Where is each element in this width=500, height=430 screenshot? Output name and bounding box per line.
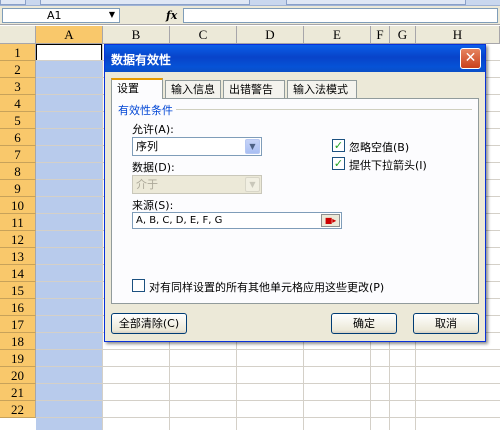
- row-header[interactable]: 19: [0, 350, 36, 367]
- row-header[interactable]: 3: [0, 78, 36, 95]
- row-header[interactable]: 7: [0, 146, 36, 163]
- name-box[interactable]: A1: [2, 8, 120, 23]
- row-header[interactable]: 9: [0, 180, 36, 197]
- toolbar-control[interactable]: [286, 0, 466, 5]
- chevron-down-icon[interactable]: ▼: [245, 139, 260, 154]
- group-divider: [174, 109, 472, 110]
- tab-error-alert[interactable]: 出错警告: [223, 80, 285, 98]
- column-header-d[interactable]: D: [237, 26, 304, 44]
- row-header[interactable]: 13: [0, 248, 36, 265]
- ok-button[interactable]: 确定: [331, 313, 397, 334]
- row-header[interactable]: 15: [0, 282, 36, 299]
- allow-value: 序列: [136, 140, 158, 153]
- formula-bar: A1 ▼ fx: [0, 6, 500, 25]
- column-header-c[interactable]: C: [170, 26, 237, 44]
- row-header[interactable]: 20: [0, 367, 36, 384]
- allow-select[interactable]: 序列 ▼: [132, 137, 262, 156]
- dialog-title-bar[interactable]: 数据有效性 ✕: [105, 45, 485, 72]
- active-cell-a1[interactable]: [36, 44, 102, 61]
- column-header-h[interactable]: H: [416, 26, 500, 44]
- grid-line: [36, 349, 500, 350]
- data-label: 数据(D):: [132, 161, 175, 174]
- row-header[interactable]: 6: [0, 129, 36, 146]
- row-header[interactable]: 1: [0, 44, 36, 61]
- apply-all-label: 对有同样设置的所有其他单元格应用这些更改(P): [149, 281, 385, 294]
- row-header[interactable]: 2: [0, 61, 36, 78]
- validation-criteria-title: 有效性条件: [118, 102, 176, 118]
- row-header[interactable]: 16: [0, 299, 36, 316]
- column-header-e[interactable]: E: [304, 26, 371, 44]
- tab-input-message[interactable]: 输入信息: [165, 80, 221, 98]
- tab-ime-mode[interactable]: 输入法模式: [287, 80, 357, 98]
- tab-settings[interactable]: 设置: [111, 78, 163, 99]
- source-value: A, B, C, D, E, F, G: [136, 215, 223, 226]
- ignore-blank-checkbox[interactable]: ✓: [332, 139, 345, 152]
- column-header-b[interactable]: B: [103, 26, 170, 44]
- grid-line: [36, 417, 500, 418]
- chevron-down-icon[interactable]: ▼: [245, 177, 260, 192]
- insert-function-icon[interactable]: fx: [166, 9, 177, 22]
- row-header[interactable]: 10: [0, 197, 36, 214]
- selected-column-a[interactable]: [36, 44, 102, 430]
- select-all-corner[interactable]: [0, 26, 36, 44]
- toolbar-button[interactable]: [0, 0, 26, 5]
- row-header[interactable]: 12: [0, 231, 36, 248]
- source-input[interactable]: A, B, C, D, E, F, G ■▸: [132, 212, 342, 229]
- grid-line: [36, 383, 500, 384]
- column-header-f[interactable]: F: [371, 26, 390, 44]
- row-header[interactable]: 4: [0, 95, 36, 112]
- row-header[interactable]: 21: [0, 384, 36, 401]
- name-box-dropdown-icon[interactable]: ▼: [106, 9, 118, 20]
- dialog-title: 数据有效性: [111, 53, 172, 67]
- collapse-dialog-icon[interactable]: ■▸: [321, 214, 340, 227]
- grid-line: [102, 44, 103, 430]
- column-header-g[interactable]: G: [390, 26, 416, 44]
- column-header-a[interactable]: A: [36, 26, 103, 44]
- grid-line: [36, 400, 500, 401]
- settings-panel: 有效性条件 允许(A): 序列 ▼ 数据(D): 介于 ▼ 来源(S): A, …: [111, 98, 479, 304]
- close-icon[interactable]: ✕: [460, 48, 481, 69]
- apply-all-checkbox[interactable]: [132, 279, 145, 292]
- row-header[interactable]: 17: [0, 316, 36, 333]
- toolbar-control[interactable]: [40, 0, 250, 5]
- cancel-button[interactable]: 取消: [413, 313, 479, 334]
- source-label: 来源(S):: [132, 199, 174, 212]
- row-header[interactable]: 22: [0, 401, 36, 418]
- allow-label: 允许(A):: [132, 123, 174, 136]
- in-cell-dropdown-label: 提供下拉箭头(I): [349, 159, 427, 172]
- data-value: 介于: [136, 178, 158, 191]
- row-header[interactable]: 14: [0, 265, 36, 282]
- grid-line: [36, 366, 500, 367]
- column-headers: A B C D E F G H: [0, 26, 500, 44]
- data-select[interactable]: 介于 ▼: [132, 175, 262, 194]
- row-header[interactable]: 5: [0, 112, 36, 129]
- row-header[interactable]: 11: [0, 214, 36, 231]
- row-header[interactable]: 18: [0, 333, 36, 350]
- clear-all-button[interactable]: 全部清除(C): [111, 313, 187, 334]
- in-cell-dropdown-checkbox[interactable]: ✓: [332, 157, 345, 170]
- ignore-blank-label: 忽略空值(B): [349, 141, 410, 154]
- data-validation-dialog: 数据有效性 ✕ 设置 输入信息 出错警告 输入法模式 有效性条件 允许(A): …: [104, 44, 486, 342]
- row-header[interactable]: 8: [0, 163, 36, 180]
- formula-input[interactable]: [183, 8, 498, 23]
